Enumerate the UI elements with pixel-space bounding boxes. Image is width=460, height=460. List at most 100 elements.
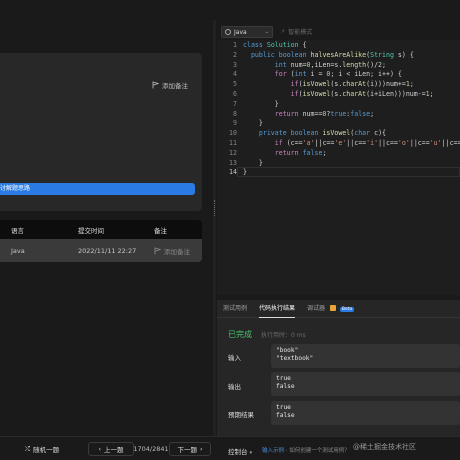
add-note-button[interactable]: 添加备注 (152, 80, 188, 90)
flag-icon (154, 247, 161, 255)
tab-test-cases[interactable]: 测试用例 (217, 300, 253, 318)
code-text: } (243, 119, 263, 128)
code-line: 8 return num==0?true:false; (217, 110, 460, 120)
line-number: 1 (233, 41, 237, 49)
chevron-right-icon: › (199, 445, 203, 453)
lightning-icon: ⚡ (281, 28, 286, 35)
line-number: 11 (229, 139, 237, 147)
code-text: return num==0?true:false; (274, 109, 375, 118)
chevron-down-icon: ⌄ (264, 29, 269, 35)
code-line: 9 } (217, 119, 460, 129)
line-number: 9 (233, 119, 237, 128)
language-value: Java (234, 28, 247, 36)
prev-question-button[interactable]: ‹ 上一题 (88, 442, 134, 456)
header-language: 语言 (11, 226, 24, 235)
code-line: 11 if (c=='a'||c=='e'||c=='i'||c=='o'||c… (217, 139, 460, 149)
panel-divider[interactable] (213, 20, 216, 436)
code-text: if(isVowel(s.charAt(i)))num+=1; (290, 80, 414, 89)
line-number: 14 (229, 168, 237, 177)
random-label: 随机一题 (33, 446, 60, 454)
runtime-text: 执行用时：0 ms (261, 332, 306, 339)
expected-value: true (276, 404, 291, 411)
table-row[interactable]: Java 2022/11/11 22:27 添加备注 (0, 239, 202, 262)
line-number: 13 (229, 158, 237, 167)
output-box: true false (271, 372, 460, 396)
code-line: 10 private boolean isVowel(char c){ (217, 129, 460, 139)
next-question-button[interactable]: 下一题 › (169, 442, 211, 456)
chevron-down-icon: ▾ (249, 450, 253, 456)
submission-table: 语言 提交时间 备注 Java 2022/11/11 22:27 添加备注 (0, 220, 202, 262)
question-counter: 1704/2841 (133, 445, 169, 453)
expected-box: true false (271, 401, 460, 425)
beta-badge: Beta (339, 306, 355, 312)
flag-icon (152, 81, 159, 89)
code-line: 2 public boolean halvesAreAlike(String s… (217, 51, 460, 61)
status-text: 已完成 (228, 330, 252, 339)
tab-run-result[interactable]: 代码执行结果 (253, 300, 301, 318)
line-number: 8 (233, 109, 237, 118)
code-text: if(isVowel(s.charAt(i+iLen)))num-=1; (290, 90, 434, 98)
lock-icon (329, 305, 336, 311)
code-text: } (243, 99, 279, 108)
code-text: } (243, 158, 263, 167)
line-number: 2 (233, 50, 237, 59)
header-note: 备注 (154, 226, 167, 235)
code-text: private boolean isVowel(char c){ (258, 129, 387, 138)
hint-text[interactable]: · 如何创建一个测试用例？ (286, 448, 350, 454)
row-note-label: 添加备注 (164, 247, 190, 256)
line-number: 7 (233, 99, 237, 108)
tab-debugger[interactable]: 调试器 Beta (301, 300, 360, 318)
expected-label: 预期结果 (228, 411, 254, 419)
code-text: return false; (274, 148, 327, 157)
input-value: "textbook" (276, 355, 314, 362)
input-value: "book" (276, 347, 299, 354)
expected-value: false (276, 412, 295, 419)
language-select[interactable]: Java ⌄ (221, 26, 273, 38)
code-editor[interactable]: 1 class Solution { 2 public boolean halve… (217, 40, 460, 295)
line-number: 3 (233, 60, 237, 69)
result-tabs: 测试用例 代码执行结果 调试器 Beta (217, 300, 460, 318)
code-text: class Solution { (243, 41, 307, 49)
code-line: 1 class Solution { (217, 41, 460, 51)
output-value: true (276, 375, 291, 382)
random-question-button[interactable]: ⤮ 随机一题 (16, 442, 68, 456)
code-text: for (int i = 0; i < iLen; i++) { (274, 70, 402, 79)
left-panel: 添加备注 讨解题思路 语言 提交时间 备注 Java 2022/11/11 22… (0, 20, 212, 436)
output-value: false (276, 383, 295, 390)
code-line: 13 } (217, 159, 460, 169)
table-header: 语言 提交时间 备注 (0, 220, 202, 239)
header-time: 提交时间 (78, 226, 104, 235)
input-example-link[interactable]: 输入示例 (262, 448, 284, 454)
row-add-note[interactable]: 添加备注 (154, 246, 190, 256)
code-text: int num=0,iLen=s.length()/2; (274, 60, 387, 69)
solution-banner[interactable]: 讨解题思路 (0, 183, 195, 195)
smart-mode-toggle[interactable]: ⚡ 智能模式 (281, 27, 312, 36)
row-language: Java (11, 246, 25, 255)
code-line: 4 for (int i = 0; i < iLen; i++) { (217, 70, 460, 80)
console-label: 控制台 (228, 448, 248, 456)
code-line: 6 if(isVowel(s.charAt(i+iLen)))num-=1; (217, 90, 460, 100)
console-toggle[interactable]: 控制台 ▾ (228, 446, 252, 456)
code-line: 12 return false; (217, 149, 460, 159)
line-number: 10 (229, 129, 237, 138)
code-text: } (243, 168, 247, 177)
code-line: 14} (217, 168, 460, 178)
watermark: @稀土掘金技术社区 (353, 443, 416, 451)
resize-handle[interactable] (214, 200, 215, 216)
test-case-hint: 输入示例 · 如何创建一个测试用例？ (262, 446, 350, 454)
line-number: 6 (233, 90, 237, 98)
line-number: 12 (229, 148, 237, 157)
smart-mode-label: 智能模式 (288, 29, 313, 36)
prev-label: 上一题 (104, 446, 124, 454)
shuffle-icon: ⤮ (24, 444, 31, 453)
info-icon (225, 29, 231, 35)
next-label: 下一题 (177, 446, 197, 454)
code-text: public boolean halvesAreAlike(String s) … (250, 50, 414, 59)
add-note-label: 添加备注 (162, 82, 188, 90)
code-line: 7 } (217, 100, 460, 110)
code-text: if (c=='a'||c=='e'||c=='i'||c=='o'||c=='… (274, 139, 460, 147)
row-time: 2022/11/11 22:27 (78, 246, 137, 255)
code-line: 3 int num=0,iLen=s.length()/2; (217, 61, 460, 71)
chevron-left-icon: ‹ (98, 445, 102, 453)
line-number: 4 (233, 70, 237, 79)
